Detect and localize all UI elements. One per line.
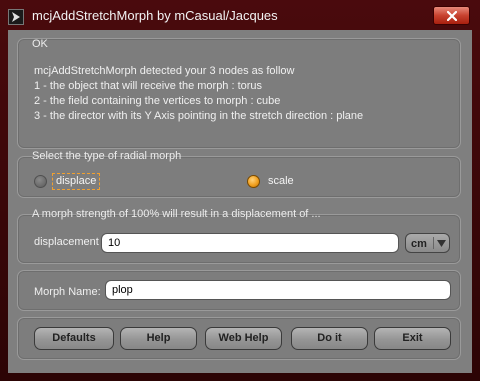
scale-label[interactable]: scale xyxy=(268,175,294,187)
displace-radio[interactable] xyxy=(34,175,47,188)
window-frame: mcjAddStretchMorph by mCasual/Jacques OK… xyxy=(0,0,480,381)
window-title: mcjAddStretchMorph by mCasual/Jacques xyxy=(32,8,278,23)
radial-morph-title: Select the type of radial morph xyxy=(32,150,182,162)
unit-dropdown[interactable]: cm xyxy=(405,233,450,253)
chevron-down-icon xyxy=(437,240,446,247)
info-line: mcjAddStretchMorph detected your 3 nodes… xyxy=(34,65,295,77)
exit-button[interactable]: Exit xyxy=(374,327,451,350)
info-panel: OK mcjAddStretchMorph detected your 3 no… xyxy=(17,38,461,149)
info-line: 3 - the director with its Y Axis pointin… xyxy=(34,110,364,122)
scale-radio[interactable] xyxy=(247,175,260,188)
help-button[interactable]: Help xyxy=(120,327,197,350)
web-help-button[interactable]: Web Help xyxy=(205,327,282,350)
close-x-icon xyxy=(447,11,457,21)
defaults-button[interactable]: Defaults xyxy=(34,327,114,350)
dialog-body: OK mcjAddStretchMorph detected your 3 no… xyxy=(8,30,472,373)
displacement-label: displacement xyxy=(34,236,99,248)
unit-label: cm xyxy=(411,238,427,250)
displacement-input[interactable]: 10 xyxy=(101,233,399,253)
info-line: 1 - the object that will receive the mor… xyxy=(34,80,263,92)
unit-separator xyxy=(433,237,434,249)
close-button[interactable] xyxy=(433,6,470,25)
daz-arrow-icon xyxy=(8,9,24,25)
do-it-button[interactable]: Do it xyxy=(291,327,368,350)
title-bar[interactable]: mcjAddStretchMorph by mCasual/Jacques xyxy=(0,0,480,30)
strength-title: A morph strength of 100% will result in … xyxy=(32,208,321,220)
morph-name-input[interactable]: plop xyxy=(105,280,451,300)
displace-label[interactable]: displace xyxy=(56,175,96,187)
morph-name-label: Morph Name: xyxy=(34,286,101,298)
info-panel-title: OK xyxy=(32,38,48,50)
info-line: 2 - the field containing the vertices to… xyxy=(34,95,281,107)
